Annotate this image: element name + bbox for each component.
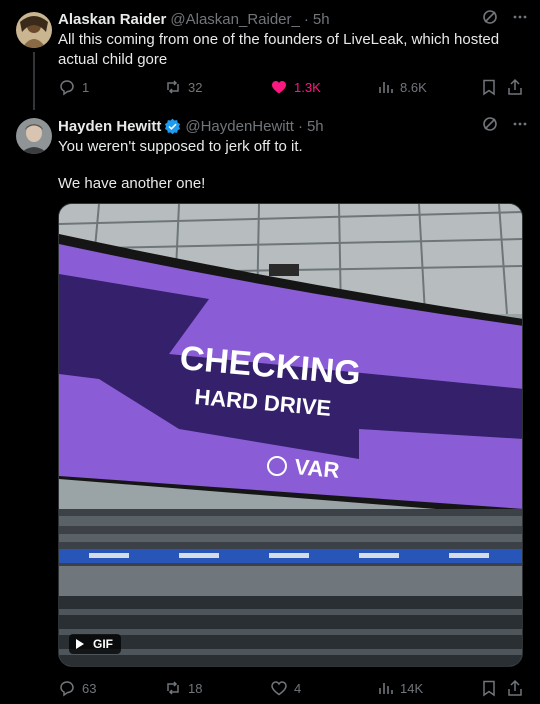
views-button[interactable]: 8.6K [376, 78, 427, 96]
handle[interactable]: @Alaskan_Raider_ [170, 11, 299, 28]
more-options-icon[interactable] [512, 116, 528, 136]
play-icon [76, 639, 84, 649]
tweet-text-line-2: We have another one! [58, 175, 206, 192]
more-options-icon[interactable] [512, 9, 528, 29]
tweet-header: Alaskan Raider @Alaskan_Raider_ · 5h [58, 9, 528, 29]
grok-icon[interactable] [482, 9, 498, 29]
views-count: 8.6K [400, 79, 427, 95]
gif-media[interactable]: CHECKING HARD DRIVE VAR GIF [58, 203, 523, 667]
heart-filled-icon [272, 81, 286, 94]
repost-icon [167, 80, 179, 94]
like-button[interactable]: 1.3K [270, 78, 321, 96]
stadium-screen-image: CHECKING HARD DRIVE VAR [59, 204, 522, 666]
repost-icon [167, 681, 179, 695]
avatar[interactable] [16, 12, 52, 48]
repost-count: 18 [188, 680, 203, 696]
share-icon[interactable] [506, 78, 524, 99]
reply-button[interactable]: 1 [58, 78, 89, 96]
views-count: 14K [400, 680, 424, 696]
views-icon [379, 683, 393, 694]
verified-badge-icon[interactable] [164, 118, 181, 135]
reply-button[interactable]: 63 [58, 679, 96, 697]
reply-count: 63 [82, 680, 97, 696]
thread-line [33, 52, 35, 110]
bookmark-icon[interactable] [480, 78, 498, 99]
separator-dot: · [297, 117, 303, 135]
separator-dot: · [303, 10, 309, 28]
repost-button[interactable]: 32 [164, 78, 202, 96]
reply-icon [60, 681, 74, 697]
heart-icon [271, 681, 287, 696]
reply-count: 1 [82, 79, 90, 95]
repost-count: 32 [188, 79, 203, 95]
handle[interactable]: @HaydenHewitt [185, 118, 294, 135]
timestamp[interactable]: 5h [307, 118, 324, 135]
tweet-header: Hayden Hewitt @HaydenHewitt · 5h [58, 116, 528, 136]
like-count: 1.3K [294, 79, 321, 95]
views-button[interactable]: 14K [376, 679, 423, 697]
tweet-1[interactable]: Alaskan Raider @Alaskan_Raider_ · 5h All… [0, 0, 540, 110]
share-icon[interactable] [506, 679, 524, 700]
like-button[interactable]: 4 [270, 679, 301, 697]
reply-icon [60, 80, 74, 96]
bookmark-icon[interactable] [480, 679, 498, 700]
tweet-actions: 63 18 4 14K [58, 678, 526, 698]
display-name[interactable]: Hayden Hewitt [58, 118, 161, 135]
tweet-text-line-1: You weren't supposed to jerk off to it. [58, 138, 303, 155]
tweet-actions: 1 32 1.3K 8.6K [58, 77, 526, 97]
tweet-text: All this coming from one of the founders… [58, 31, 500, 68]
var-logo-text: VAR [294, 454, 341, 483]
like-count: 4 [294, 680, 302, 696]
grok-icon[interactable] [482, 116, 498, 136]
gif-label: GIF [93, 637, 113, 651]
display-name[interactable]: Alaskan Raider [58, 11, 166, 28]
avatar[interactable] [16, 118, 52, 154]
views-icon [379, 82, 393, 93]
repost-button[interactable]: 18 [164, 679, 202, 697]
timestamp[interactable]: 5h [313, 11, 330, 28]
gif-badge[interactable]: GIF [69, 634, 121, 654]
